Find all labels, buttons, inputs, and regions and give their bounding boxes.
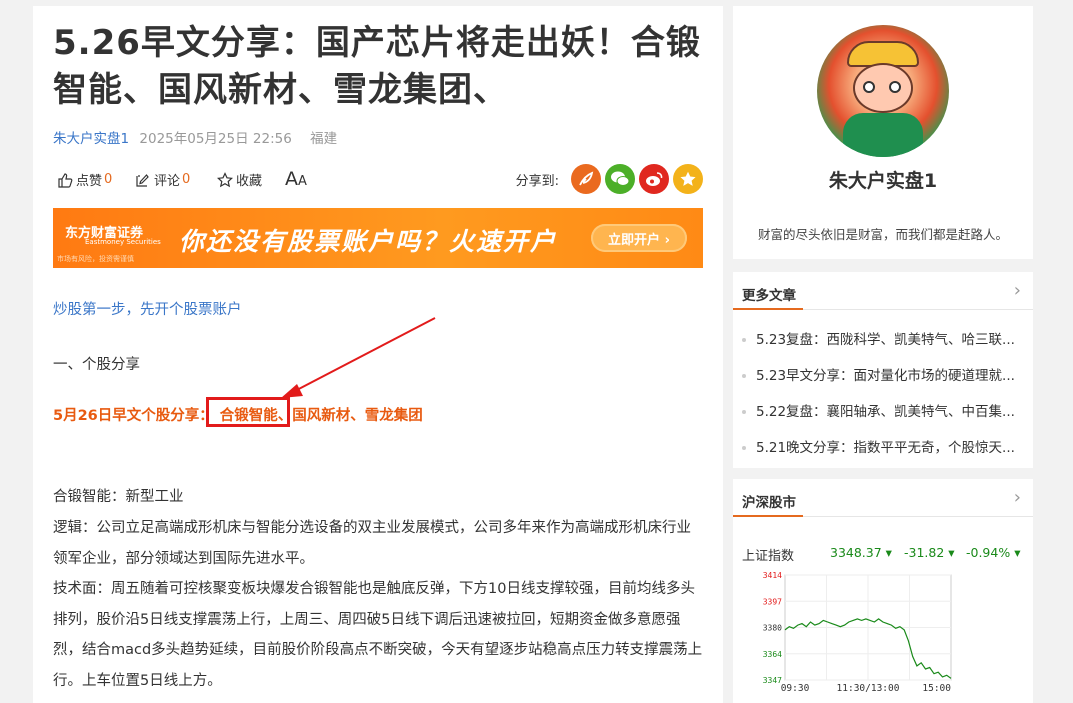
article-list-item[interactable]: 5.21晚文分享：指数平平无奇，个股惊天... <box>742 436 1015 456</box>
share-weibo-button[interactable] <box>639 164 669 194</box>
y-tick-label: 3347 <box>763 676 782 685</box>
wechat-icon <box>611 171 630 186</box>
open-account-button[interactable]: 立即开户 › <box>591 224 687 252</box>
banner-risk-note: 市场有风险，投资需谨慎 <box>57 255 134 263</box>
comment-label: 评论 <box>154 174 181 189</box>
y-tick-label: 3380 <box>763 624 782 633</box>
thumb-icon <box>58 172 73 188</box>
banner-headline: 你还没有股票账户吗？火速开户 <box>179 227 558 256</box>
section-accent <box>733 515 803 517</box>
stock-market-card: 沪深股市 › 上证指数 3348.37 ▾ -31.82 ▾ -0.94% ▾ … <box>733 479 1033 703</box>
share-wechat-button[interactable] <box>605 164 635 194</box>
like-button[interactable]: 点赞 0 <box>57 170 112 189</box>
qzone-star-icon <box>680 171 696 186</box>
article-meta: 朱大户实盘1 2025年05月25日 22:56 福建 <box>53 127 703 147</box>
stock-share-prefix: 5月26日早文个股分享： <box>53 408 214 424</box>
x-tick-label: 09:30 <box>781 683 810 694</box>
font-size-large: A <box>285 168 298 190</box>
profile-name[interactable]: 朱大户实盘1 <box>733 166 1033 193</box>
comment-button[interactable]: 评论 0 <box>135 170 190 189</box>
y-tick-label: 3414 <box>763 571 782 580</box>
title-line2: 智能、国风新材、雪龙集团、 <box>53 70 508 110</box>
index-intraday-chart: 3414 3397 3380 3364 334709:30 11:30/13:00 15:0… <box>763 571 952 694</box>
action-bar: 点赞 0 评论 0 收藏 AA 分享到: <box>53 164 703 194</box>
share-label: 分享到: <box>515 173 559 189</box>
stock-market-title: 沪深股市 <box>742 495 796 511</box>
article-list-item[interactable]: 5.23早文分享：面对量化市场的硬道理就... <box>742 364 1015 384</box>
more-articles-title: 更多文章 <box>742 288 796 304</box>
profile-description: 财富的尽头依旧是财富，而我们都是赶路人。 <box>757 227 1008 242</box>
index-pct: -0.94% ▾ <box>966 545 1021 560</box>
author-avatar[interactable] <box>817 25 949 157</box>
like-count: 0 <box>104 172 113 187</box>
x-tick-label: 11:30/13:00 <box>837 683 900 694</box>
comment-count: 0 <box>182 172 191 187</box>
chevron-right-icon[interactable]: › <box>1014 280 1021 301</box>
para-industry: 合锻智能：新型工业 <box>53 489 184 505</box>
location: 福建 <box>310 131 338 147</box>
edit-icon <box>136 173 149 187</box>
feather-icon <box>579 171 594 186</box>
title-line1: 5.26早文分享：国产芯片将走出妖！合锻 <box>53 23 701 63</box>
author-link[interactable]: 朱大户实盘1 <box>53 131 129 147</box>
avatar-eyes <box>863 81 903 93</box>
star-icon <box>217 171 233 187</box>
more-articles-card: 更多文章 › 5.23复盘：西陇科学、凯美特气、哈三联... 5.23早文分享：… <box>733 272 1033 468</box>
y-tick-label: 3397 <box>763 597 782 606</box>
avatar-body <box>843 113 923 157</box>
index-value: 3348.37 ▾ <box>830 545 892 560</box>
favorite-button[interactable]: 收藏 <box>217 170 262 189</box>
para-logic: 逻辑：公司立足高端成形机床与智能分选设备的双主业发展模式，公司多年来作为高端成形… <box>53 520 691 567</box>
share-feed-button[interactable] <box>571 164 601 194</box>
share-qzone-button[interactable] <box>673 164 703 194</box>
annotation-arrow <box>281 317 436 398</box>
article-title: 5.26早文分享：国产芯片将走出妖！合锻 智能、国风新材、雪龙集团、 <box>53 20 703 114</box>
account-open-banner[interactable]: 东方财富证券 Eastmoney Securities 市场有风险，投资需谨慎 … <box>53 208 703 268</box>
stock-share-rest: 国风新材、雪龙集团 <box>292 408 423 424</box>
font-size-small: A <box>298 174 307 189</box>
publish-date: 2025年05月25日 22:56 <box>139 131 292 147</box>
article-panel: 5.26早文分享：国产芯片将走出妖！合锻 智能、国风新材、雪龙集团、 朱大户实盘… <box>33 6 723 703</box>
chevron-right-icon[interactable]: › <box>1014 487 1021 508</box>
article-list-item[interactable]: 5.22复盘：襄阳轴承、凯美特气、中百集... <box>742 400 1015 420</box>
author-profile-card: 朱大户实盘1 财富的尽头依旧是财富，而我们都是赶路人。 <box>733 6 1033 259</box>
para-technical: 技术面：周五随着可控核聚变板块爆发合锻智能也是触底反弹，下方10日线支撑较强，目… <box>53 581 703 689</box>
share-bar: 分享到: <box>516 164 703 194</box>
like-label: 点赞 <box>76 174 103 189</box>
font-size-toggle[interactable]: AA <box>285 168 307 190</box>
index-change: -31.82 ▾ <box>904 545 955 560</box>
favorite-label: 收藏 <box>236 174 263 189</box>
index-name[interactable]: 上证指数 <box>742 545 794 564</box>
banner-brand-sub: Eastmoney Securities <box>85 238 161 246</box>
open-account-link[interactable]: 炒股第一步，先开个股票账户 <box>53 298 242 319</box>
section-accent <box>733 308 803 310</box>
y-tick-label: 3364 <box>763 650 782 659</box>
x-tick-label: 15:00 <box>922 683 951 694</box>
article-list-item[interactable]: 5.23复盘：西陇科学、凯美特气、哈三联... <box>742 328 1015 348</box>
weibo-icon <box>646 172 663 186</box>
